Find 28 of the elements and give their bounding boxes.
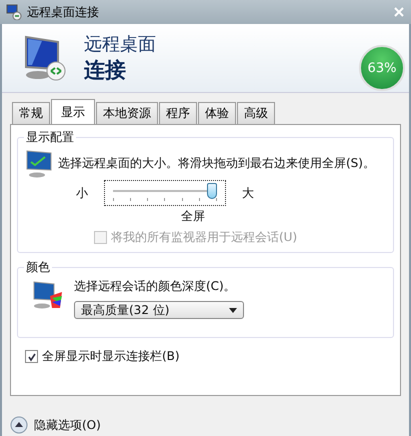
size-slider[interactable] [104,180,226,206]
collapse-icon[interactable] [10,416,28,434]
group-title: 显示配置 [25,129,75,146]
tab[interactable]: 本地资源 [96,102,158,124]
monitor-icon [24,148,54,178]
tab[interactable]: 体验 [198,102,236,124]
banner-subtitle: 连接 [84,57,127,84]
checkbox[interactable] [25,350,38,363]
slider-value: 全屏 [181,208,206,225]
window-title: 远程桌面连接 [27,4,99,20]
percent-badge: 63% [359,45,405,91]
tab[interactable]: 显示 [51,99,95,124]
checkbox-label: 将我的所有监视器用于远程会话(U) [111,229,298,246]
banner-title: 远程桌面 [84,33,156,56]
tab[interactable]: 程序 [159,102,197,124]
hide-options-link[interactable]: 隐藏选项(O) [34,416,101,434]
tab[interactable]: 常规 [12,102,50,124]
checkbox-label: 全屏显示时显示连接栏(B) [42,348,180,365]
description: 选择远程会话的颜色深度(C)。 [74,278,237,295]
tab[interactable]: 高级 [237,102,275,124]
slider-thumb[interactable] [207,183,217,199]
caret-icon [229,308,237,312]
color-depth-dropdown[interactable]: 最高质量(32 位) [74,301,244,319]
app-icon [6,4,22,20]
max-label: 大 [242,184,254,202]
group-title: 颜色 [25,259,51,276]
min-label: 小 [76,184,88,202]
description: 选择远程桌面的大小。将滑块拖动到最右边来使用全屏(S)。 [58,154,375,172]
